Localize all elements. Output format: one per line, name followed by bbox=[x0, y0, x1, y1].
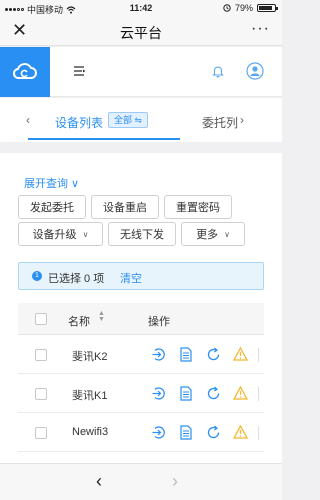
alarm-icon bbox=[223, 4, 231, 12]
selection-bar: 1 已选择 0 项 清空 bbox=[18, 262, 264, 290]
document-icon[interactable] bbox=[180, 425, 192, 440]
wireless-push-button[interactable]: 无线下发 bbox=[108, 222, 176, 246]
app-header bbox=[0, 47, 282, 97]
app-logo[interactable] bbox=[0, 47, 50, 97]
browser-bottom-bar: ‹ › bbox=[0, 463, 282, 500]
column-header-name: 名称 bbox=[68, 316, 90, 328]
table-header: 名称 ▲ ▼ 操作 bbox=[18, 303, 264, 335]
row-checkbox[interactable] bbox=[35, 349, 47, 361]
more-menu-button[interactable]: ··· bbox=[251, 20, 270, 38]
row-divider bbox=[258, 426, 259, 440]
nav-bar: ✕ 云平台 ··· bbox=[0, 16, 282, 46]
back-button[interactable]: ‹ bbox=[96, 471, 102, 492]
user-icon[interactable] bbox=[246, 62, 264, 80]
tab-device-list[interactable]: 设备列表 bbox=[55, 114, 103, 131]
more-actions-dropdown[interactable]: 更多 ∨ bbox=[181, 222, 245, 246]
menu-toggle-icon[interactable] bbox=[72, 63, 88, 79]
column-header-actions: 操作 bbox=[148, 316, 170, 328]
status-bar: 中国移动 11:42 79% bbox=[0, 0, 282, 16]
refresh-icon[interactable] bbox=[206, 347, 221, 362]
tab-prev-button[interactable]: ‹ bbox=[26, 113, 30, 127]
tab-next-button[interactable]: › bbox=[240, 113, 244, 127]
login-icon[interactable] bbox=[151, 347, 166, 362]
table-row: 斐讯K1 bbox=[18, 375, 264, 413]
status-right: 79% bbox=[223, 3, 278, 13]
button-label: 设备升级 bbox=[32, 229, 77, 241]
chevron-down-icon: ∨ bbox=[224, 229, 230, 239]
sort-icon[interactable]: ▲ ▼ bbox=[98, 310, 105, 323]
refresh-icon[interactable] bbox=[206, 386, 221, 401]
refresh-icon[interactable] bbox=[206, 425, 221, 440]
row-checkbox[interactable] bbox=[35, 427, 47, 439]
table-row: Newifi3 bbox=[18, 414, 264, 452]
warning-icon[interactable] bbox=[233, 347, 248, 361]
battery-icon bbox=[257, 4, 278, 12]
button-label: 设备重启 bbox=[103, 202, 147, 214]
login-icon[interactable] bbox=[151, 386, 166, 401]
device-name: Newifi3 bbox=[72, 426, 109, 438]
document-icon[interactable] bbox=[180, 347, 192, 362]
cloud-icon bbox=[12, 63, 37, 79]
row-divider bbox=[258, 348, 259, 362]
battery-percent: 79% bbox=[234, 3, 253, 13]
main-content: 展开查询 ∨ 发起委托 设备重启 重置密码 设备升级 ∨ 无线下发 更多 ∨ 1… bbox=[0, 153, 282, 463]
row-checkbox[interactable] bbox=[35, 388, 47, 400]
login-icon[interactable] bbox=[151, 425, 166, 440]
warning-icon[interactable] bbox=[233, 386, 248, 400]
expand-query-link[interactable]: 展开查询 ∨ bbox=[24, 175, 79, 191]
chevron-down-icon: ∨ bbox=[82, 229, 89, 239]
page-title: 云平台 bbox=[120, 25, 162, 41]
forward-button[interactable]: › bbox=[172, 471, 178, 492]
tab-delegation-list[interactable]: 委托列 bbox=[202, 114, 238, 131]
device-reboot-button[interactable]: 设备重启 bbox=[91, 195, 159, 219]
clear-selection-link[interactable]: 清空 bbox=[120, 270, 142, 286]
select-all-checkbox[interactable] bbox=[35, 313, 47, 325]
info-icon: 1 bbox=[32, 271, 42, 281]
bell-icon[interactable] bbox=[211, 64, 225, 78]
reset-password-button[interactable]: 重置密码 bbox=[164, 195, 232, 219]
start-delegation-button[interactable]: 发起委托 bbox=[18, 195, 86, 219]
button-label: 无线下发 bbox=[120, 229, 164, 241]
table-row: 斐讯K2 bbox=[18, 336, 264, 374]
device-upgrade-dropdown[interactable]: 设备升级 ∨ bbox=[18, 222, 103, 246]
button-label: 发起委托 bbox=[30, 202, 74, 214]
button-label: 更多 bbox=[196, 229, 219, 241]
device-name: 斐讯K1 bbox=[72, 390, 108, 402]
tab-active-indicator bbox=[28, 138, 180, 140]
warning-icon[interactable] bbox=[233, 425, 248, 439]
selection-count: 已选择 0 项 bbox=[48, 273, 105, 285]
document-icon[interactable] bbox=[180, 386, 192, 401]
button-label: 重置密码 bbox=[176, 202, 220, 214]
device-name: 斐讯K2 bbox=[72, 351, 108, 363]
tab-filter-badge[interactable]: 全部 ⇋ bbox=[108, 112, 149, 128]
row-divider bbox=[258, 387, 259, 401]
tab-bar: ‹ 设备列表 全部 ⇋ 委托列 › bbox=[0, 98, 282, 142]
